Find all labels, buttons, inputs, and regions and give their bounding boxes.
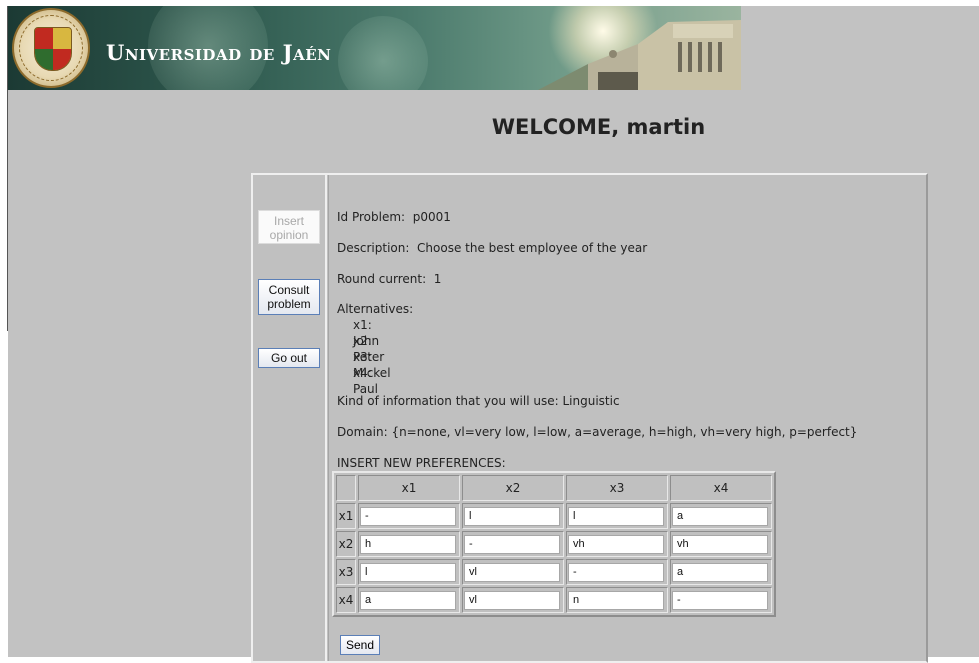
preference-input[interactable]: - xyxy=(672,590,768,610)
insert-opinion-button[interactable]: Insert opinion xyxy=(258,210,320,244)
preference-input[interactable]: - xyxy=(360,506,456,526)
go-out-button[interactable]: Go out xyxy=(258,348,320,368)
information-kind-value: Linguistic xyxy=(562,394,620,408)
welcome-heading: WELCOME, martin xyxy=(491,115,706,139)
preference-input[interactable]: a xyxy=(672,562,768,582)
preference-input[interactable]: a xyxy=(360,590,456,610)
university-seal-icon xyxy=(12,8,90,88)
table-cell: vl xyxy=(462,587,564,613)
alternatives-list: x1: John x2: Peter x3: Mickel x4: Paul xyxy=(353,317,391,396)
table-cell: a xyxy=(358,587,460,613)
preference-input[interactable]: - xyxy=(568,562,664,582)
domain-value: {n=none, vl=very low, l=low, a=average, … xyxy=(391,425,858,439)
preference-input[interactable]: vl xyxy=(464,590,560,610)
table-cell: vh xyxy=(566,531,668,557)
menu-column: Insert opinion Consult problem Go out xyxy=(253,175,329,661)
send-button[interactable]: Send xyxy=(340,635,380,655)
id-problem-line: Id Problem: p0001 xyxy=(337,209,451,225)
table-cell: l xyxy=(566,503,668,529)
preferences-table: x1 x2 x3 x4 x1 - l l a x2 h - vh vh x3 l… xyxy=(332,471,776,617)
row-header: x3 xyxy=(336,559,356,585)
column-header: x4 xyxy=(670,475,772,501)
university-name: Universidad de Jaén xyxy=(106,40,332,65)
main-panel: Insert opinion Consult problem Go out Id… xyxy=(251,173,928,663)
list-item: x2: Peter xyxy=(353,334,385,364)
table-cell: - xyxy=(566,559,668,585)
round-value: 1 xyxy=(433,272,442,286)
information-kind-line: Kind of information that you will use: L… xyxy=(337,393,620,409)
table-cell: a xyxy=(670,503,772,529)
id-problem-label: Id Problem: xyxy=(337,210,406,224)
table-row: x3 l vl - a xyxy=(336,559,772,585)
row-header: x2 xyxy=(336,531,356,557)
round-line: Round current: 1 xyxy=(337,271,441,287)
domain-line: Domain: {n=none, vl=very low, l=low, a=a… xyxy=(337,424,857,440)
table-cell: vh xyxy=(670,531,772,557)
seal-shield xyxy=(34,27,72,71)
table-cell: n xyxy=(566,587,668,613)
consult-problem-button[interactable]: Consult problem xyxy=(258,279,320,315)
table-cell: a xyxy=(670,559,772,585)
row-header: x4 xyxy=(336,587,356,613)
table-cell: l xyxy=(358,559,460,585)
description-label: Description: xyxy=(337,241,410,255)
table-cell: l xyxy=(462,503,564,529)
table-cell: h xyxy=(358,531,460,557)
table-cell: - xyxy=(462,531,564,557)
row-header: x1 xyxy=(336,503,356,529)
list-item: x1: John xyxy=(353,318,380,348)
table-row: x1 - l l a xyxy=(336,503,772,529)
table-corner-cell xyxy=(336,475,356,501)
preference-input[interactable]: vh xyxy=(568,534,664,554)
description-value: Choose the best employee of the year xyxy=(417,241,648,255)
table-cell: - xyxy=(670,587,772,613)
list-item: x3: Mickel xyxy=(353,350,391,380)
table-row: x4 a vl n - xyxy=(336,587,772,613)
preference-input[interactable]: vh xyxy=(672,534,768,554)
domain-label: Domain: xyxy=(337,425,388,439)
table-header-row: x1 x2 x3 x4 xyxy=(336,475,772,501)
preference-input[interactable]: - xyxy=(464,534,560,554)
preference-input[interactable]: h xyxy=(360,534,456,554)
university-banner: Universidad de Jaén xyxy=(8,6,741,90)
round-label: Round current: xyxy=(337,272,427,286)
column-header: x2 xyxy=(462,475,564,501)
banner-decoration xyxy=(338,16,428,90)
description-line: Description: Choose the best employee of… xyxy=(337,240,647,256)
alternatives-label: Alternatives: xyxy=(337,302,414,316)
column-header: x3 xyxy=(566,475,668,501)
table-cell: vl xyxy=(462,559,564,585)
column-header: x1 xyxy=(358,475,460,501)
table-cell: - xyxy=(358,503,460,529)
preference-input[interactable]: a xyxy=(672,506,768,526)
preference-input[interactable]: l xyxy=(360,562,456,582)
preference-input[interactable]: l xyxy=(464,506,560,526)
preference-input[interactable]: l xyxy=(568,506,664,526)
university-building-image xyxy=(538,20,741,90)
information-kind-label: Kind of information that you will use: xyxy=(337,394,559,408)
table-row: x2 h - vh vh xyxy=(336,531,772,557)
preference-input[interactable]: n xyxy=(568,590,664,610)
insert-preferences-label: INSERT NEW PREFERENCES: xyxy=(337,456,506,470)
id-problem-value: p0001 xyxy=(412,210,451,224)
preference-input[interactable]: vl xyxy=(464,562,560,582)
